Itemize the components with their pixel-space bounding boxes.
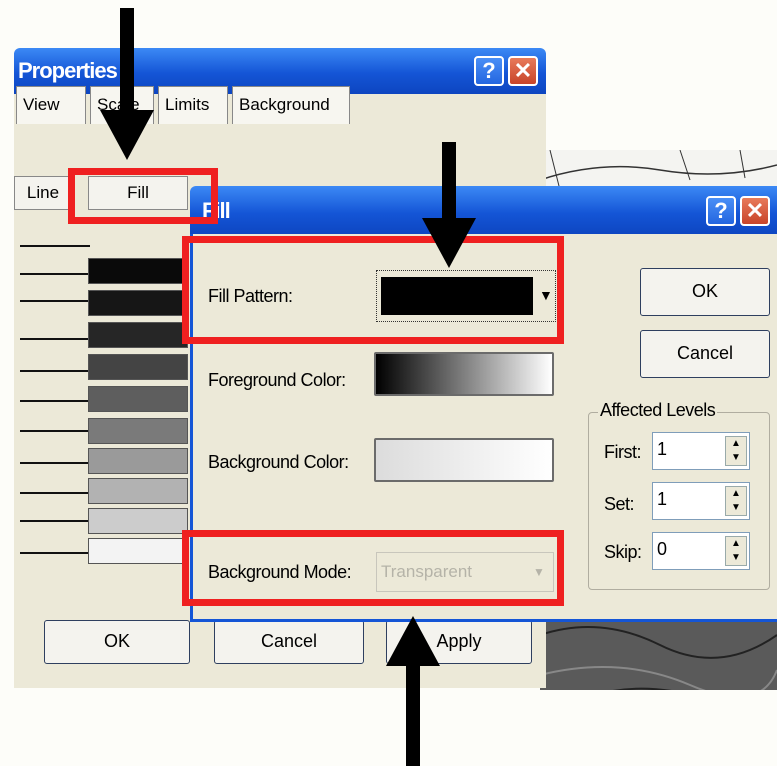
- annotation-arrows: [100, 8, 476, 766]
